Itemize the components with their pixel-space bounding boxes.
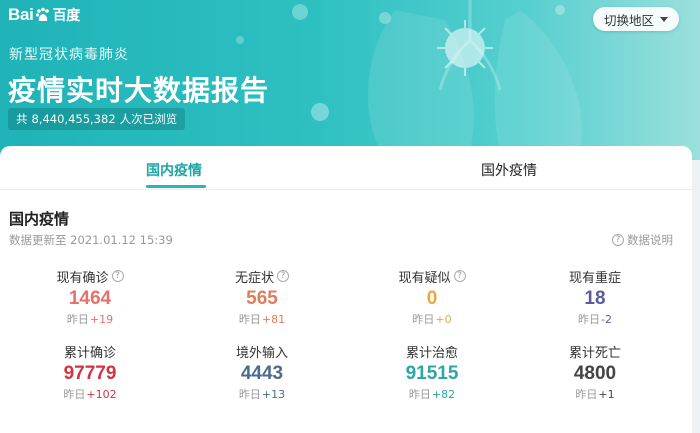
stat-cell: 现有确诊? 1464 昨日+19 bbox=[30, 268, 150, 327]
question-icon: ? bbox=[612, 234, 624, 246]
stat-value: 18 bbox=[584, 288, 606, 309]
stat-value: 4443 bbox=[240, 363, 284, 384]
views-suffix: 人次已浏览 bbox=[119, 112, 178, 126]
stat-delta-label: 昨日 bbox=[66, 313, 89, 326]
stat-delta: 昨日+1 bbox=[535, 386, 655, 402]
stat-label-text: 现有确诊 bbox=[56, 270, 109, 286]
header-banner: Bai 百度 新型冠状病毒肺炎 疫情实时大数据报告 共 8,440,455,38… bbox=[0, 0, 700, 160]
stat-value: 565 bbox=[246, 288, 278, 309]
help-icon[interactable]: ? bbox=[453, 270, 466, 282]
stat-delta: 昨日-2 bbox=[535, 311, 655, 327]
stat-label: 无症状? bbox=[202, 268, 322, 286]
stat-value: 1464 bbox=[68, 288, 112, 309]
switch-region-label: 切换地区 bbox=[603, 12, 654, 28]
tab-bar: 国内疫情 国外疫情 bbox=[0, 146, 692, 190]
stat-delta-label: 昨日 bbox=[412, 313, 435, 326]
stat-label-text: 境外输入 bbox=[235, 345, 288, 361]
stat-delta-value: +13 bbox=[261, 388, 286, 401]
help-icon[interactable]: ? bbox=[277, 270, 289, 282]
stat-label: 境外输入 bbox=[202, 343, 322, 361]
stat-value: 0 bbox=[426, 288, 438, 309]
stat-delta: 昨日+13 bbox=[202, 386, 322, 402]
section-title: 国内疫情 bbox=[9, 210, 70, 228]
stat-label: 现有确诊? bbox=[30, 268, 150, 286]
stat-label-text: 累计治愈 bbox=[405, 345, 458, 361]
stat-label: 累计治愈 bbox=[372, 343, 492, 361]
stat-cell: 境外输入 4443 昨日+13 bbox=[202, 343, 322, 402]
views-count: 8,440,455,382 bbox=[31, 112, 116, 126]
views-counter: 共 8,440,455,382 人次已浏览 bbox=[8, 108, 186, 130]
switch-region-button[interactable]: 切换地区 bbox=[593, 7, 679, 31]
stat-delta-value: +102 bbox=[86, 388, 117, 401]
views-prefix: 共 bbox=[16, 112, 28, 126]
logo-text-bai: Bai bbox=[8, 5, 34, 24]
stat-delta-label: 昨日 bbox=[575, 388, 598, 401]
tab-domestic[interactable]: 国内疫情 bbox=[146, 160, 202, 180]
stat-label-text: 现有重症 bbox=[568, 270, 621, 286]
data-card: 国内疫情 国外疫情 国内疫情 数据更新至 2021.01.12 15:39 ? … bbox=[0, 146, 692, 433]
stat-delta-label: 昨日 bbox=[408, 388, 431, 401]
stat-value: 97779 bbox=[63, 363, 117, 384]
stat-label-text: 累计确诊 bbox=[63, 345, 116, 361]
active-tab-indicator bbox=[146, 185, 206, 188]
logo-text-cn: 百度 bbox=[52, 8, 81, 24]
stat-cell: 无症状? 565 昨日+81 bbox=[202, 268, 322, 327]
stat-delta: 昨日+0 bbox=[372, 311, 492, 327]
stat-delta-label: 昨日 bbox=[238, 388, 261, 401]
stat-delta-value: +1 bbox=[598, 388, 615, 401]
stat-cell: 现有疑似? 0 昨日+0 bbox=[372, 268, 492, 327]
stat-cell: 累计确诊 97779 昨日+102 bbox=[30, 343, 150, 402]
stat-label: 累计死亡 bbox=[535, 343, 655, 361]
stat-label-text: 无症状 bbox=[234, 270, 274, 286]
stat-cell: 现有重症 18 昨日-2 bbox=[535, 268, 655, 327]
stat-label: 累计确诊 bbox=[30, 343, 150, 361]
help-icon[interactable]: ? bbox=[111, 270, 124, 282]
stat-cell: 累计治愈 91515 昨日+82 bbox=[372, 343, 492, 402]
stat-label-text: 累计死亡 bbox=[568, 345, 621, 361]
page-subtitle: 新型冠状病毒肺炎 bbox=[9, 47, 129, 63]
stat-label-text: 现有疑似 bbox=[398, 270, 451, 286]
page-title: 疫情实时大数据报告 bbox=[8, 74, 270, 107]
stat-delta-value: +19 bbox=[89, 313, 114, 326]
stat-delta-label: 昨日 bbox=[578, 313, 601, 326]
stat-delta-label: 昨日 bbox=[238, 313, 261, 326]
stat-value: 91515 bbox=[405, 363, 459, 384]
stat-label: 现有重症 bbox=[535, 268, 655, 286]
stat-delta: 昨日+19 bbox=[30, 311, 150, 327]
data-note-label: 数据说明 bbox=[627, 233, 673, 247]
data-note-link[interactable]: ? 数据说明 bbox=[612, 232, 673, 248]
stat-value: 4800 bbox=[573, 363, 617, 384]
baidu-logo[interactable]: Bai 百度 bbox=[8, 5, 80, 25]
update-time: 数据更新至 2021.01.12 15:39 bbox=[9, 233, 173, 247]
stat-delta-label: 昨日 bbox=[63, 388, 86, 401]
stat-delta: 昨日+102 bbox=[30, 386, 150, 402]
stat-cell: 累计死亡 4800 昨日+1 bbox=[535, 343, 655, 402]
tab-foreign[interactable]: 国外疫情 bbox=[481, 160, 537, 180]
stat-delta: 昨日+82 bbox=[372, 386, 492, 402]
baidu-paw-icon bbox=[35, 7, 49, 21]
stat-label: 现有疑似? bbox=[372, 268, 492, 286]
caret-down-icon bbox=[660, 16, 668, 22]
stat-delta-value: -2 bbox=[601, 313, 612, 326]
stat-delta-value: +0 bbox=[435, 313, 452, 326]
stat-delta-value: +81 bbox=[261, 313, 286, 326]
stat-delta-value: +82 bbox=[431, 388, 456, 401]
stat-delta: 昨日+81 bbox=[202, 311, 322, 327]
